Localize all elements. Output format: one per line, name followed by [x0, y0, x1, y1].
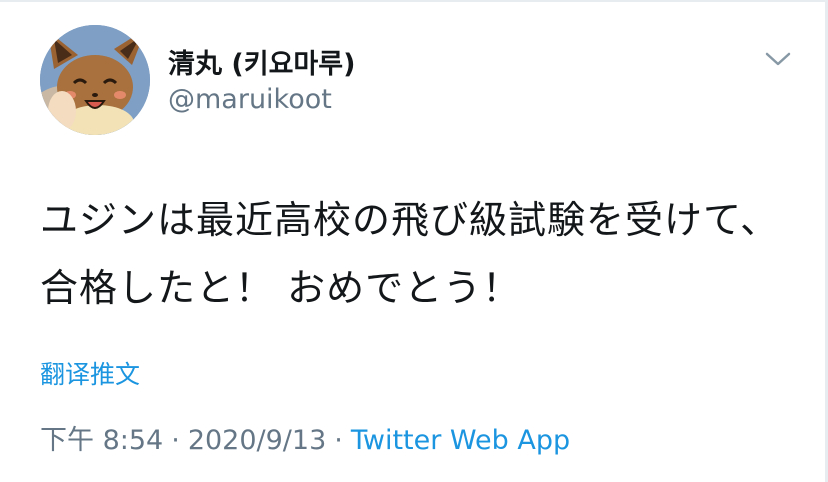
meta-separator: ·	[171, 425, 180, 456]
avatar[interactable]	[40, 25, 150, 135]
tweet-source-link[interactable]: Twitter Web App	[351, 425, 570, 456]
tweet-card: 清丸 (키요마루) @maruikoot ユジンは最近高校の飛び級試験を受けて、…	[0, 0, 828, 482]
chevron-down-icon[interactable]	[764, 48, 792, 70]
display-name[interactable]: 清丸 (키요마루)	[168, 42, 355, 81]
tweet-date[interactable]: 2020/9/13	[188, 425, 326, 456]
tweet-time[interactable]: 下午 8:54	[40, 425, 163, 456]
tweet-meta: 下午 8:54 · 2020/9/13 · Twitter Web App	[40, 418, 570, 457]
translate-tweet-link[interactable]: 翻译推文	[40, 355, 140, 391]
user-handle[interactable]: @maruikoot	[168, 84, 332, 115]
meta-separator: ·	[334, 425, 343, 456]
tweet-text: ユジンは最近高校の飛び級試験を受けて、合格したと！ おめでとう！	[40, 198, 780, 310]
